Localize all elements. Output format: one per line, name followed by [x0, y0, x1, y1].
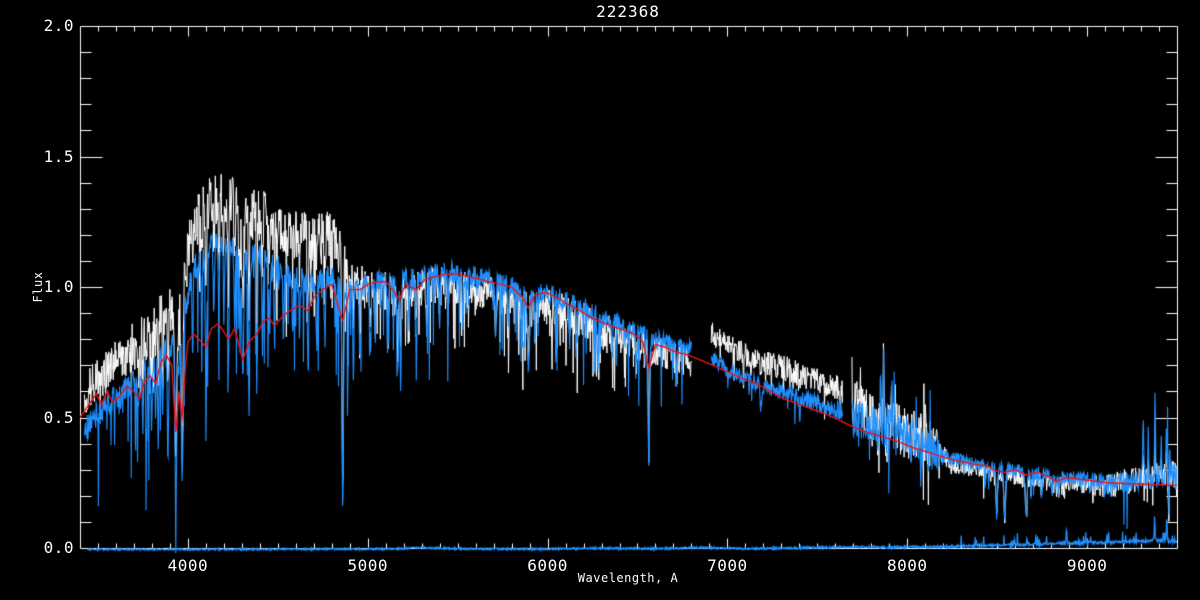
y-tick-label: 1.5 [43, 146, 74, 166]
x-tick-label: 7000 [707, 556, 748, 575]
plot-title: 222368 [596, 2, 660, 21]
spectrum-plot-window: 222368 Flux Wavelength, A 4000 5000 6000 70… [0, 0, 1200, 600]
y-tick-label: 0.5 [43, 407, 74, 427]
x-tick-label: 6000 [527, 556, 568, 575]
x-axis-label: Wavelength, A [577, 571, 679, 585]
y-tick-label: 0.0 [43, 538, 74, 557]
x-tick-label: 4000 [167, 556, 209, 575]
x-tick-label: 5000 [347, 556, 388, 575]
y-tick-label: 2.0 [43, 16, 74, 35]
x-tick-label: 9000 [1066, 556, 1108, 575]
x-tick-label: 8000 [886, 556, 928, 575]
y-tick-label: 1.0 [43, 277, 74, 296]
spectrum-canvas [0, 0, 1200, 600]
